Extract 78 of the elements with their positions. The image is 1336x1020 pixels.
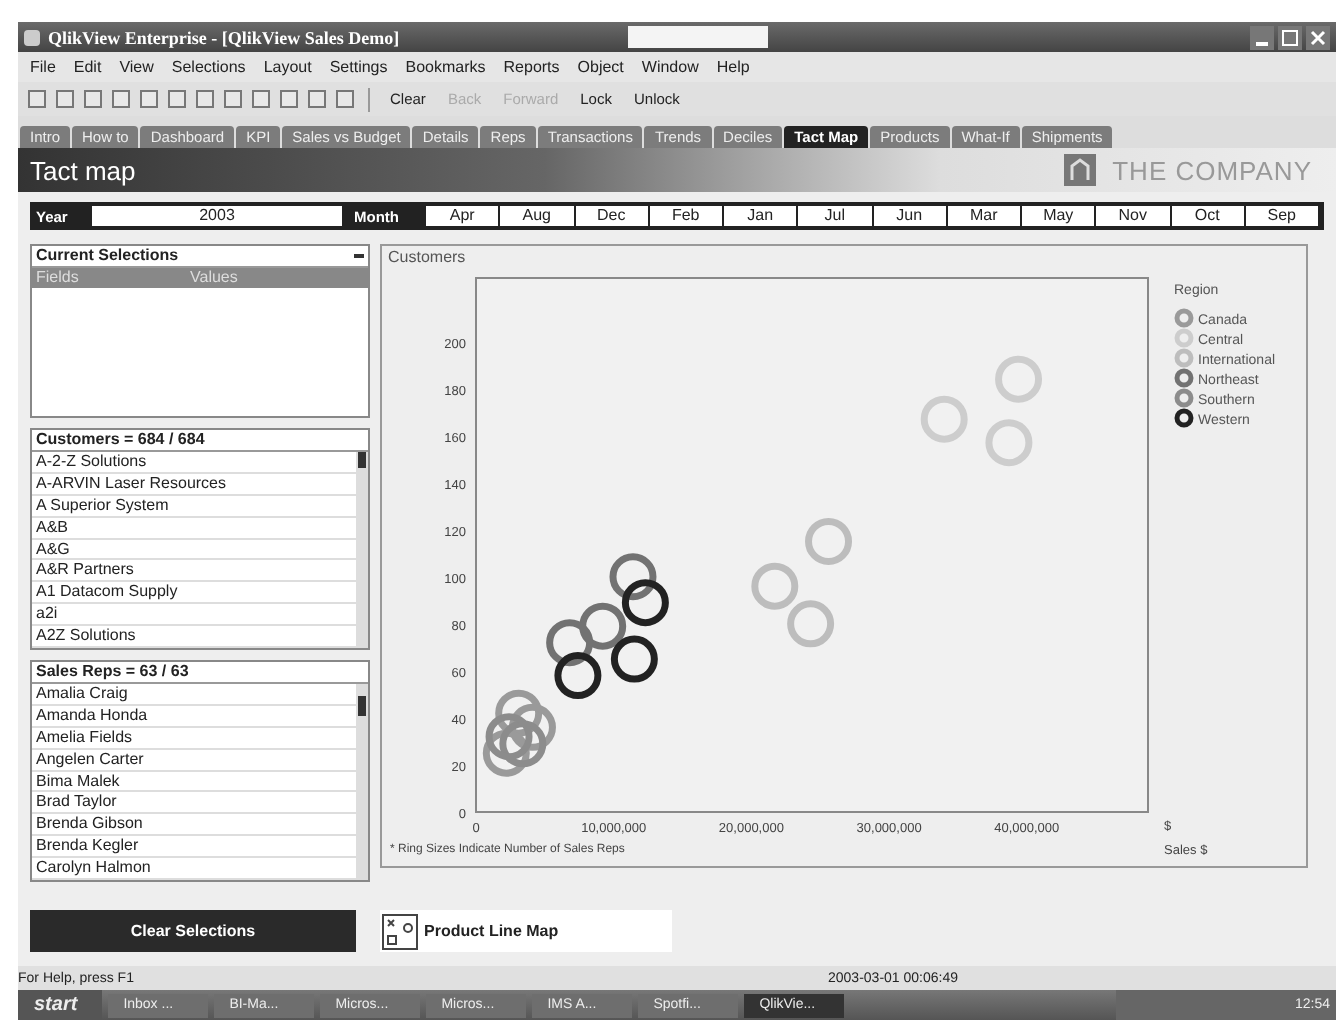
month-option[interactable]: Oct <box>1171 206 1244 226</box>
close-icon <box>1310 29 1326 45</box>
chart-caption: Customers <box>388 248 466 266</box>
toolbar-icon[interactable] <box>54 88 76 110</box>
listbox-title: Customers = 684 / 684 <box>36 430 205 450</box>
month-option[interactable]: Sep <box>1245 206 1318 226</box>
company-name: THE COMPANY <box>1112 155 1312 185</box>
start-button[interactable]: start <box>18 990 102 1020</box>
toolbar-icon[interactable] <box>250 88 272 110</box>
month-option[interactable]: Nov <box>1096 206 1169 226</box>
month-option[interactable]: Mar <box>947 206 1020 226</box>
list-item[interactable]: Amalia Craig <box>32 684 356 706</box>
month-option[interactable]: Apr <box>426 206 499 226</box>
column-header: Values <box>188 268 240 288</box>
menu-item[interactable]: File <box>30 58 56 76</box>
sheet-title: Tact map <box>30 155 136 185</box>
toolbar-icon[interactable] <box>166 88 188 110</box>
list-item[interactable]: A-2-Z Solutions <box>32 452 356 474</box>
list-item[interactable]: A&B <box>32 517 356 540</box>
app-icon <box>24 29 40 45</box>
toolbar-icon[interactable] <box>26 88 48 110</box>
year-field[interactable]: 2003 <box>92 206 342 226</box>
list-item[interactable]: A2Z Solutions <box>32 626 356 649</box>
menu-item[interactable]: Bookmarks <box>405 58 486 76</box>
list-item[interactable]: a2i <box>32 604 356 627</box>
toolbar-icon[interactable] <box>138 88 160 110</box>
month-option[interactable]: May <box>1022 206 1095 226</box>
scatter-icon <box>382 913 418 950</box>
menu-item[interactable]: Layout <box>263 58 312 76</box>
toolbar-icon[interactable] <box>194 88 216 110</box>
month-option[interactable]: Jun <box>873 206 946 226</box>
list-item[interactable]: Carolyn Halmon <box>32 858 356 881</box>
listbox-title: Sales Reps = 63 / 63 <box>36 662 189 683</box>
product-line-map-button[interactable]: Product Line Map <box>380 910 672 953</box>
list-item[interactable]: Brenda Kegler <box>32 836 356 859</box>
scrollbar[interactable] <box>356 684 368 881</box>
list-item[interactable]: A&G <box>32 539 356 561</box>
list-item[interactable]: A1 Datacom Supply <box>32 582 356 605</box>
minimize-button[interactable] <box>1250 25 1274 49</box>
clear-selections-button[interactable]: Clear Selections <box>30 910 356 953</box>
list-item[interactable]: Brenda Gibson <box>32 814 356 837</box>
toolbar-icon[interactable] <box>222 88 244 110</box>
month-option[interactable]: Jan <box>724 206 797 226</box>
list-item[interactable]: Angelen Carter <box>32 749 356 772</box>
scrollbar[interactable] <box>356 452 368 649</box>
toolbar-icon[interactable] <box>110 88 132 110</box>
month-option[interactable]: Feb <box>649 206 722 226</box>
toolbar-icon[interactable] <box>278 88 300 110</box>
list-item[interactable]: Amanda Honda <box>32 705 356 728</box>
menu-item[interactable]: Reports <box>503 58 560 76</box>
panel-title: Current Selections <box>36 246 179 266</box>
search-field[interactable] <box>628 26 768 48</box>
toolbar-icon[interactable] <box>82 88 104 110</box>
list-item[interactable]: A&R Partners <box>32 560 356 583</box>
column-header: Fields <box>34 268 81 288</box>
menu-item[interactable]: Object <box>577 58 624 76</box>
menu-item[interactable]: View <box>119 58 154 76</box>
menu-item[interactable]: Selections <box>171 58 246 76</box>
close-button[interactable] <box>1306 25 1330 49</box>
month-option[interactable]: Dec <box>575 206 648 226</box>
window-title: QlikView Enterprise - [QlikView Sales Demo] <box>48 27 402 47</box>
month-option[interactable]: Jul <box>798 206 871 226</box>
maximize-button[interactable] <box>1278 25 1302 49</box>
list-item[interactable]: A-ARVIN Laser Resources <box>32 473 356 496</box>
toolbar-icon[interactable] <box>306 88 328 110</box>
list-item[interactable]: A Superior System <box>32 495 356 518</box>
list-item[interactable]: Brad Taylor <box>32 792 356 815</box>
menu-item[interactable]: Settings <box>329 58 388 76</box>
minimize-icon <box>1256 41 1268 45</box>
month-option[interactable]: Aug <box>500 206 573 226</box>
menu-item[interactable]: Edit <box>73 58 102 76</box>
list-item[interactable]: Bima Malek <box>32 771 356 793</box>
menu-item[interactable]: Help <box>716 58 750 76</box>
maximize-icon <box>1282 29 1298 45</box>
list-item[interactable]: Amelia Fields <box>32 727 356 750</box>
logo-icon <box>1064 154 1097 186</box>
menu-item[interactable]: Window <box>641 58 699 76</box>
toolbar-icon[interactable] <box>334 88 356 110</box>
